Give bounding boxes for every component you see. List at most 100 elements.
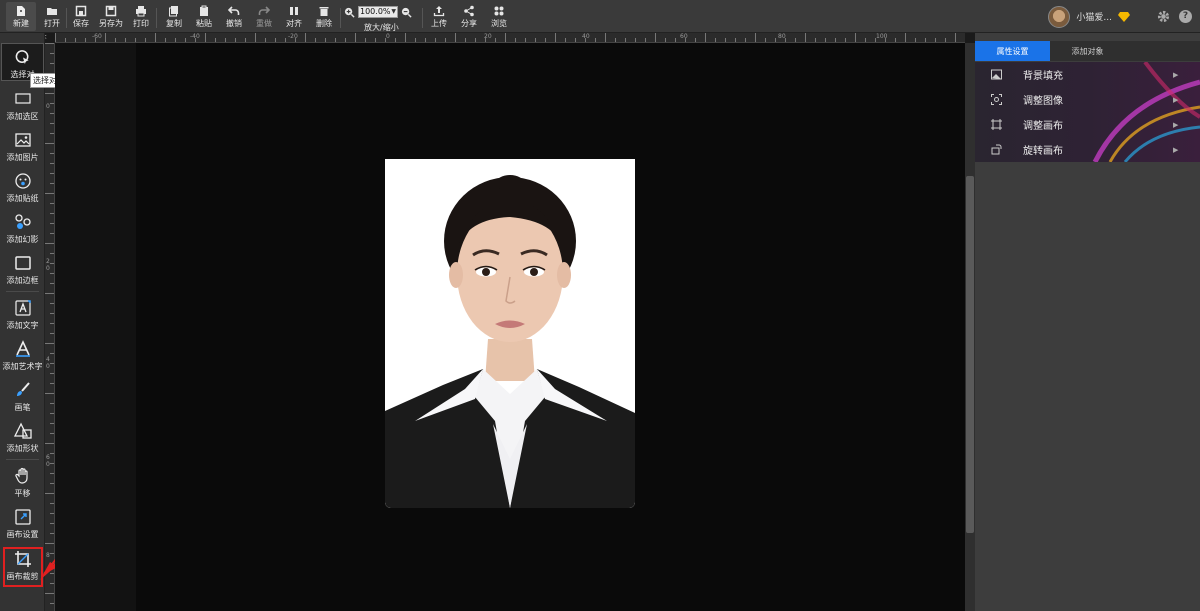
ruler-tick	[915, 38, 916, 42]
tool-add-selection[interactable]: 添加选区	[1, 90, 44, 122]
ruler-tick	[685, 38, 686, 42]
print-button[interactable]: 打印	[129, 0, 153, 33]
save-as-button[interactable]: 另存为	[97, 0, 125, 33]
zoom-control: 100.0% ▼ 放大/缩小	[344, 0, 416, 33]
ruler-tick	[50, 413, 54, 414]
ruler-tick	[875, 38, 876, 42]
tool-add-shape[interactable]: 添加形状	[1, 422, 44, 454]
menu-adjust-image[interactable]: 调整图像 ▶	[975, 87, 1200, 112]
tool-brush[interactable]: 画笔	[1, 381, 44, 413]
tool-add-border[interactable]: 添加边框	[1, 254, 44, 286]
zoom-out-icon[interactable]	[401, 7, 412, 18]
ruler-tick	[925, 38, 926, 42]
ruler-tick	[495, 38, 496, 42]
ruler-tick	[665, 38, 666, 42]
ruler-tick	[50, 433, 54, 434]
vertical-scrollbar[interactable]	[965, 43, 975, 611]
tool-add-phantom-label: 添加幻影	[6, 235, 39, 244]
tool-add-phantom[interactable]: 添加幻影	[1, 213, 44, 245]
upload-icon	[433, 6, 445, 17]
new-file-icon	[17, 6, 25, 16]
ruler-tick	[575, 38, 576, 42]
upload-button[interactable]: 上传	[427, 0, 451, 33]
ruler-tick	[505, 33, 506, 42]
tool-add-sticker[interactable]: 添加贴纸	[1, 172, 44, 204]
tool-add-border-label: 添加边框	[6, 276, 39, 285]
ruler-tick	[45, 343, 54, 344]
help-icon[interactable]: ?	[1179, 10, 1192, 23]
tool-brush-label: 画笔	[14, 403, 31, 412]
new-button[interactable]: 新建	[6, 2, 36, 31]
rotate-canvas-icon	[991, 144, 1002, 155]
redo-label: 重做	[256, 19, 272, 28]
undo-icon	[228, 6, 240, 15]
gear-icon[interactable]	[1157, 10, 1170, 23]
ruler-tick	[785, 38, 786, 42]
user-menu[interactable]: 小猫爱...	[1048, 0, 1130, 33]
ruler-tick	[775, 38, 776, 42]
tab-properties[interactable]: 属性设置	[975, 41, 1050, 61]
tool-add-text[interactable]: 添加文字	[1, 299, 44, 331]
ruler-tick	[165, 38, 166, 42]
save-as-icon	[105, 5, 117, 17]
ruler-label: 6	[46, 454, 50, 461]
id-photo-image[interactable]	[385, 159, 635, 508]
scrollbar-thumb[interactable]	[966, 176, 974, 533]
delete-button[interactable]: 删除	[312, 0, 336, 33]
tool-add-image[interactable]: 添加图片	[1, 131, 44, 163]
share-icon	[464, 5, 474, 17]
chevron-right-icon: ▶	[1173, 145, 1179, 154]
grid-icon	[494, 6, 504, 16]
ruler-tick	[755, 33, 756, 42]
tool-add-art-text[interactable]: 添加艺术字	[1, 340, 44, 372]
zoom-select[interactable]: 100.0% ▼	[358, 6, 398, 18]
undo-button[interactable]: 撤销	[222, 0, 246, 33]
ruler-tick	[115, 38, 116, 42]
redo-button[interactable]: 重做	[252, 0, 276, 33]
ruler-tick	[50, 453, 54, 454]
right-panel-tabs: 属性设置 添加对象	[975, 41, 1200, 61]
ruler-tick	[265, 38, 266, 42]
horizontal-ruler: -60 -40 -20 0 20 40 60 80 100	[55, 33, 965, 43]
align-icon	[290, 7, 298, 15]
menu-adjust-canvas[interactable]: 调整画布 ▶	[975, 112, 1200, 137]
menu-background-fill[interactable]: 背景填充 ▶	[975, 62, 1200, 87]
ruler-tick	[45, 243, 54, 244]
ruler-tick	[45, 93, 54, 94]
ruler-tick	[765, 38, 766, 42]
menu-rotate-canvas[interactable]: 旋转画布 ▶	[975, 137, 1200, 162]
save-button[interactable]: 保存	[69, 0, 93, 33]
zoom-in-icon[interactable]	[344, 7, 355, 18]
ruler-tick	[645, 38, 646, 42]
ruler-tick	[465, 38, 466, 42]
tool-pan[interactable]: 平移	[1, 467, 44, 499]
open-button[interactable]: 打开	[40, 0, 64, 33]
tab-add-object[interactable]: 添加对象	[1050, 41, 1125, 61]
delete-label: 删除	[316, 19, 332, 28]
ruler-tick	[55, 33, 56, 42]
menu-adjust-canvas-label: 调整画布	[1023, 121, 1063, 132]
chevron-right-icon: ▶	[1173, 95, 1179, 104]
paste-button[interactable]: 粘贴	[192, 0, 216, 33]
ruler-tick	[50, 253, 54, 254]
share-button[interactable]: 分享	[457, 0, 481, 33]
ruler-label: 0	[46, 363, 50, 370]
ruler-tick	[215, 38, 216, 42]
hand-icon	[14, 467, 28, 484]
ruler-tick	[275, 38, 276, 42]
printer-icon	[136, 6, 146, 17]
browse-button[interactable]: 浏览	[487, 0, 511, 33]
copy-button[interactable]: 复制	[162, 0, 186, 33]
ruler-tick	[125, 38, 126, 42]
save-icon	[75, 5, 87, 17]
ruler-tick	[945, 38, 946, 42]
ruler-tick	[285, 38, 286, 42]
ruler-tick	[50, 233, 54, 234]
save-label: 保存	[73, 19, 89, 28]
align-button[interactable]: 对齐	[282, 0, 306, 33]
top-toolbar: 新建 打开 保存 另存为 打印 复制 粘贴 撤销 重做 对齐 删除 100.0%…	[0, 0, 1200, 33]
avatar	[1048, 5, 1071, 28]
ruler-tick	[50, 163, 54, 164]
user-name: 小猫爱...	[1076, 13, 1112, 23]
ruler-tick	[45, 293, 54, 294]
